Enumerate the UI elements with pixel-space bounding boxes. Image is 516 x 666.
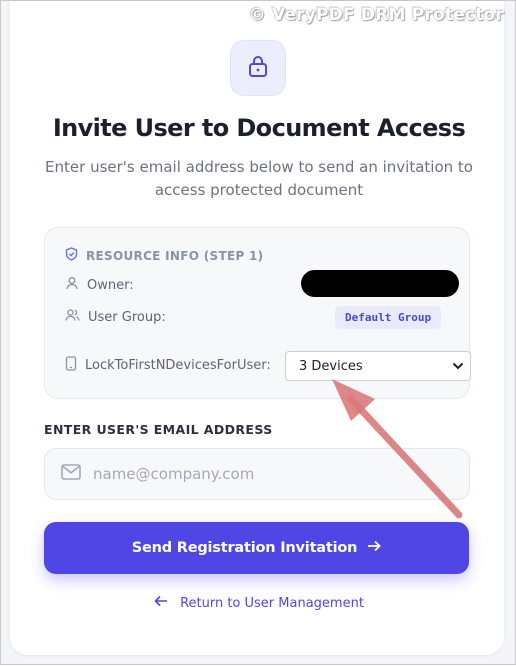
- watermark: © VeryPDF DRM Protector: [248, 5, 504, 25]
- device-limit-row: LockToFirstNDevicesForUser:: [65, 356, 271, 375]
- return-link[interactable]: Return to User Management: [1, 595, 516, 611]
- resource-info-heading-text: RESOURCE INFO (STEP 1): [86, 248, 264, 263]
- email-label: ENTER USER'S EMAIL ADDRESS: [44, 422, 273, 437]
- users-icon: [65, 308, 88, 326]
- user-group-row: User Group:: [65, 308, 166, 326]
- user-group-tag: Default Group: [335, 306, 442, 329]
- owner-label: Owner:: [87, 277, 134, 293]
- user-group-label: User Group:: [88, 309, 166, 325]
- mail-icon: [45, 464, 91, 484]
- arrow-right-icon: [357, 540, 382, 556]
- arrow-left-icon: [154, 595, 180, 611]
- page-title: Invite User to Document Access: [52, 114, 466, 142]
- owner-value-redacted: [301, 270, 459, 297]
- device-limit-select[interactable]: 3 Devices: [285, 351, 471, 381]
- resource-info-panel: RESOURCE INFO (STEP 1) Owner: User Group…: [44, 227, 471, 399]
- screenshot-frame: © VeryPDF DRM Protector Invite User to D…: [0, 0, 516, 665]
- email-field[interactable]: [44, 448, 470, 500]
- lock-badge: [230, 40, 286, 96]
- device-limit-selected: 3 Devices: [299, 358, 363, 374]
- page-subtitle: Enter user's email address below to send…: [45, 158, 473, 199]
- device-icon: [65, 356, 85, 375]
- send-invitation-label: Send Registration Invitation: [131, 540, 358, 556]
- resource-info-heading: RESOURCE INFO (STEP 1): [65, 247, 263, 264]
- owner-row: Owner:: [65, 276, 134, 294]
- chevron-down-icon: [452, 359, 464, 374]
- device-limit-label: LockToFirstNDevicesForUser:: [85, 358, 271, 373]
- shield-icon: [65, 247, 86, 264]
- email-input[interactable]: [91, 464, 425, 484]
- lock-icon: [247, 54, 269, 82]
- return-link-label: Return to User Management: [180, 595, 364, 611]
- user-icon: [65, 276, 87, 294]
- send-invitation-button[interactable]: Send Registration Invitation: [44, 522, 469, 574]
